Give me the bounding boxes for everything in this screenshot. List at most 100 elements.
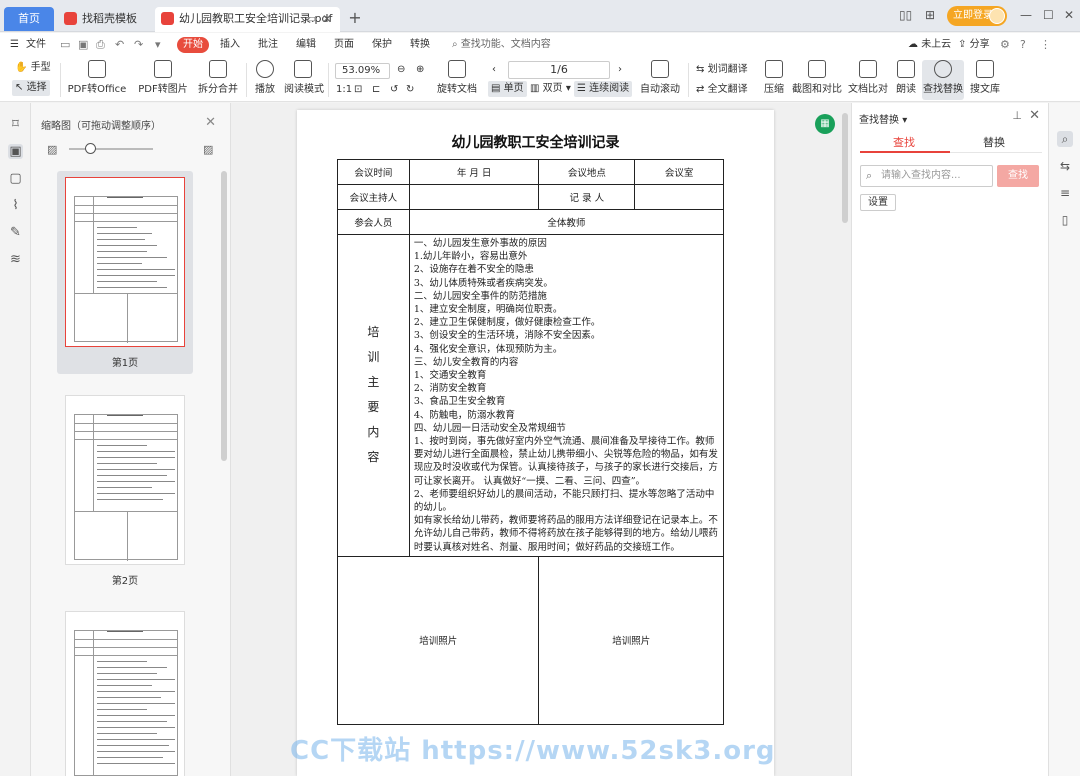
adjust-icon[interactable]: ≡ xyxy=(1057,185,1073,201)
word-translate-button[interactable]: ⇆ 划词翻译 xyxy=(696,62,748,78)
tab-home[interactable]: 首页 xyxy=(4,7,54,31)
spreadsheet-icon[interactable]: ▦ xyxy=(815,114,835,134)
comment-icon[interactable]: ▢ xyxy=(8,171,23,186)
help-icon[interactable]: ? xyxy=(1020,37,1026,53)
redo-icon[interactable]: ↷ xyxy=(134,37,143,53)
tab-bar: 首页 找稻壳模板 幼儿园教职工安全培训记录.pdf ▭ ✕ + ▯▯ ⊞ 立即登… xyxy=(0,0,1080,32)
menu-insert[interactable]: 插入 xyxy=(220,37,240,53)
settings-gear-icon[interactable]: ⚙ xyxy=(1000,37,1010,53)
continuous-read-icon: ☰ xyxy=(577,83,586,94)
maximize-icon[interactable]: ☐ xyxy=(1043,8,1054,22)
share-button[interactable]: ⇪ 分享 xyxy=(958,37,990,53)
layout-icon[interactable]: ▯▯ xyxy=(899,8,912,22)
ribbon-divider xyxy=(246,63,247,97)
minimize-icon[interactable]: — xyxy=(1020,8,1032,22)
close-icon[interactable]: ✕ xyxy=(205,115,216,130)
auto-scroll-button[interactable]: 自动滚动 xyxy=(638,60,682,95)
close-window-icon[interactable]: ✕ xyxy=(1064,8,1074,22)
undo-icon[interactable]: ↶ xyxy=(115,37,124,53)
page-number-input[interactable]: 1/6 xyxy=(508,61,610,79)
continuous-read-button[interactable]: ☰ 连续阅读 xyxy=(574,81,633,97)
zoom-select[interactable]: 53.09% xyxy=(335,63,390,79)
compress-button[interactable]: 压缩 xyxy=(760,60,788,95)
document-viewer[interactable]: ▦ 幼儿园教职工安全培训记录 会议时间 年 月 日 会议地点 会议室 会议主持人… xyxy=(231,103,851,776)
rotate-right-icon[interactable]: ↻ xyxy=(406,82,414,98)
next-page-icon[interactable]: › xyxy=(618,62,622,78)
library-icon[interactable]: ▯ xyxy=(1057,212,1073,228)
search-input[interactable]: ⌕ 请输入查找内容... xyxy=(860,165,993,187)
fit-width-icon[interactable]: ⊏ xyxy=(372,82,380,98)
split-merge-button[interactable]: 拆分合并 xyxy=(196,60,240,95)
menu-protect[interactable]: 保护 xyxy=(372,37,392,53)
zoom-out-icon[interactable]: ⊖ xyxy=(397,62,405,78)
grid-apps-icon[interactable]: ⊞ xyxy=(925,8,935,22)
rotate-document-button[interactable]: 旋转文档 xyxy=(436,60,478,95)
new-tab-icon[interactable]: + xyxy=(346,8,364,27)
more-icon[interactable]: ⋮ xyxy=(1040,37,1051,53)
thumbnail-page-2[interactable]: 第2页 xyxy=(57,389,193,592)
single-page-button[interactable]: ▤ 单页 xyxy=(488,81,527,97)
menu-page[interactable]: 页面 xyxy=(334,37,354,53)
actual-size-icon[interactable]: 1:1 xyxy=(336,82,352,98)
pin-icon[interactable]: ⊥ xyxy=(1012,109,1022,122)
save-icon[interactable]: ▣ xyxy=(78,37,88,53)
play-button[interactable]: 播放 xyxy=(252,60,278,95)
thumbnail-page-3[interactable] xyxy=(57,605,193,776)
menu-file[interactable]: 文件 xyxy=(26,37,46,53)
fit-page-icon[interactable]: ⊡ xyxy=(354,82,362,98)
rotate-left-icon[interactable]: ↺ xyxy=(390,82,398,98)
customize-icon[interactable]: ▾ xyxy=(155,37,161,53)
hamburger-icon[interactable]: ☰ xyxy=(10,37,19,53)
find-replace-panel-title[interactable]: 查找替换 ▾ xyxy=(859,111,907,126)
double-page-button[interactable]: ▥ 双页 ▾ xyxy=(530,81,571,97)
pdf-to-office-button[interactable]: PDF转Office xyxy=(66,60,128,95)
thumbnail-icon[interactable]: ▣ xyxy=(8,144,23,159)
scrollbar[interactable] xyxy=(221,171,227,461)
read-mode-button[interactable]: 阅读模式 xyxy=(284,60,324,95)
login-button[interactable]: 立即登录 xyxy=(947,6,1007,26)
doc-search-button[interactable]: 搜文库 xyxy=(970,60,1000,95)
read-aloud-button[interactable]: 朗读 xyxy=(894,60,918,95)
find-replace-button[interactable]: 查找替换 xyxy=(922,60,964,100)
translate-icon[interactable]: ⇆ xyxy=(1057,158,1073,174)
zoom-in-icon[interactable]: ⊕ xyxy=(416,62,424,78)
tab-replace[interactable]: 替换 xyxy=(954,134,1034,150)
menu-edit[interactable]: 编辑 xyxy=(296,37,316,53)
attachment-icon[interactable]: ⌇ xyxy=(8,198,23,213)
menu-convert[interactable]: 转换 xyxy=(410,37,430,53)
scrollbar[interactable] xyxy=(842,113,848,223)
tab-template[interactable]: 找稻壳模板 xyxy=(58,7,150,32)
tab-document[interactable]: 幼儿园教职工安全培训记录.pdf ▭ ✕ xyxy=(155,7,340,32)
signature-icon[interactable]: ✎ xyxy=(8,225,23,240)
function-search[interactable]: ⌕ 查找功能、文档内容 xyxy=(452,37,551,53)
prev-page-icon[interactable]: ‹ xyxy=(492,62,496,78)
pdf-to-image-button[interactable]: PDF转图片 xyxy=(138,60,188,95)
find-button[interactable]: 查找 xyxy=(997,165,1039,187)
document-compare-button[interactable]: 文档比对 xyxy=(848,60,888,95)
layers-icon[interactable]: ≋ xyxy=(8,252,23,267)
close-icon[interactable]: ✕ xyxy=(1029,108,1040,123)
tab-find[interactable]: 查找 xyxy=(864,134,944,150)
tab-restore-icon[interactable]: ▭ xyxy=(306,7,316,31)
full-translate-button[interactable]: ⇄ 全文翻译 xyxy=(696,82,748,98)
screenshot-compare-button[interactable]: 截图和对比 xyxy=(792,60,842,95)
print-icon[interactable]: ⎙ xyxy=(96,37,105,53)
continuous-read-label: 连续阅读 xyxy=(589,83,630,94)
thumbnail-size-slider[interactable] xyxy=(69,148,153,150)
thumbnail-page-1[interactable]: 第1页 xyxy=(57,171,193,374)
tab-close-icon[interactable]: ✕ xyxy=(322,7,332,31)
menu-start[interactable]: 开始 xyxy=(177,37,209,53)
hand-tool[interactable]: ✋ 手型 xyxy=(15,60,51,76)
select-tool[interactable]: ↖ 选择 xyxy=(12,80,50,96)
translate-icon: ⇆ xyxy=(696,64,705,75)
bookmark-icon[interactable]: ⌑ xyxy=(8,117,23,132)
content-line: 3、食品卫生安全教育 xyxy=(413,396,506,408)
open-folder-icon[interactable]: ▭ xyxy=(60,37,70,53)
slider-handle[interactable] xyxy=(85,143,96,154)
cloud-status[interactable]: ☁ 未上云 xyxy=(908,37,951,53)
menu-bar: ☰ 文件 ▭ ▣ ⎙ ↶ ↷ ▾ 开始 插入 批注 编辑 页面 保护 转换 ⌕ … xyxy=(0,33,1080,57)
settings-button[interactable]: 设置 xyxy=(860,194,896,211)
active-tab-indicator xyxy=(860,151,950,153)
find-icon[interactable]: ⌕ xyxy=(1057,131,1073,147)
menu-annotate[interactable]: 批注 xyxy=(258,37,278,53)
